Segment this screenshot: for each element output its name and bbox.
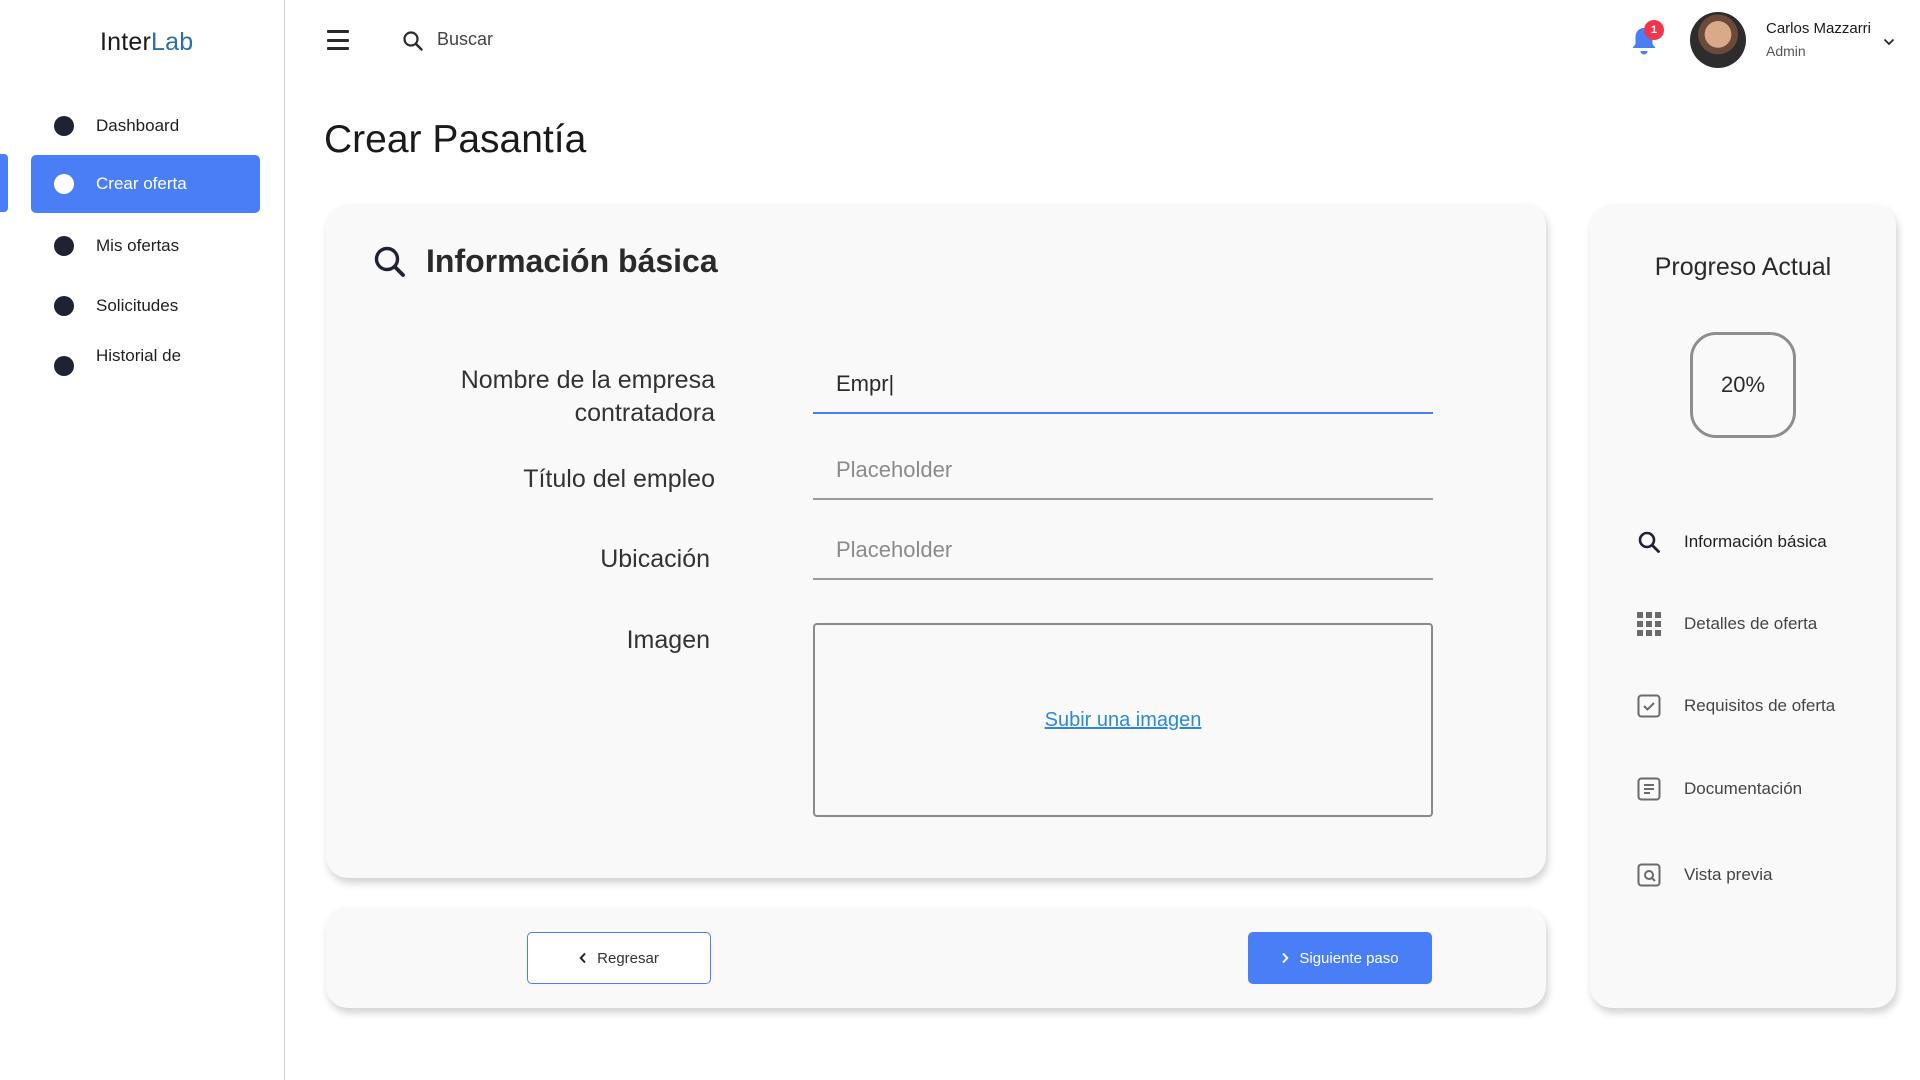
job-title-label: Título del empleo (523, 465, 715, 493)
search-icon (1636, 529, 1662, 555)
job-title-input[interactable] (813, 442, 1433, 500)
brand-name-part1: Inter (100, 28, 152, 56)
sidebar-item-label: Dashboard (96, 116, 180, 135)
sidebar-item-dashboard[interactable]: Dashboard (31, 97, 260, 155)
next-step-button[interactable]: Siguiente paso (1248, 932, 1432, 984)
sidebar-item-label: Historial de (96, 346, 182, 365)
sidebar-item-crear-oferta[interactable]: Crear oferta (31, 155, 260, 213)
checkbox-icon (1636, 693, 1662, 719)
hamburger-menu-icon[interactable] (327, 30, 349, 50)
crear-oferta-dot-icon (54, 174, 74, 194)
dashboard-dot-icon (54, 116, 74, 136)
next-step-button-label: Siguiente paso (1299, 949, 1399, 967)
grid-icon (1636, 611, 1662, 637)
search-icon (372, 244, 408, 285)
progress-title: Progreso Actual (1654, 253, 1832, 281)
solicitudes-dot-icon (54, 296, 74, 316)
user-role: Admin (1766, 43, 1806, 59)
sidebar-item-label: Solicitudes (96, 296, 179, 315)
chevron-down-icon[interactable] (1883, 33, 1895, 51)
page-title: Crear Pasantía (324, 118, 587, 161)
company-name-label: Nombre de la empresa contratadora (420, 364, 715, 430)
step-label: Requisitos de oferta (1684, 696, 1836, 715)
chevron-right-icon (1282, 952, 1289, 964)
image-upload-dropzone[interactable]: Subir una imagen (813, 623, 1433, 817)
notification-badge: 1 (1644, 20, 1664, 40)
step-vista-previa[interactable]: Vista previa (1636, 862, 1773, 888)
company-name-input[interactable] (813, 356, 1433, 414)
step-label: Detalles de oferta (1684, 614, 1818, 633)
step-informacion-basica[interactable]: Información básica (1636, 529, 1827, 555)
image-label: Imagen (626, 626, 710, 654)
avatar[interactable] (1690, 12, 1746, 68)
sidebar-item-solicitudes[interactable]: Solicitudes (31, 277, 260, 335)
sidebar: InterLab Dashboard Crear oferta Mis ofer… (0, 0, 285, 1080)
brand-logo[interactable]: InterLab (100, 28, 193, 57)
step-label: Documentación (1684, 779, 1803, 798)
progress-indicator: 20% (1690, 332, 1796, 438)
sidebar-item-label: Crear oferta (96, 174, 187, 193)
brand-name-part2: Lab (151, 28, 194, 56)
sidebar-item-historial[interactable]: Historial de (31, 331, 260, 389)
company-name-label-line2: contratadora (574, 399, 715, 427)
sidebar-item-mis-ofertas[interactable]: Mis ofertas (31, 217, 260, 275)
upload-image-link[interactable]: Subir una imagen (1045, 709, 1202, 732)
search-input[interactable]: Buscar (437, 29, 493, 50)
document-icon (1636, 776, 1662, 802)
chevron-left-icon (579, 952, 586, 964)
mis-ofertas-dot-icon (54, 236, 74, 256)
step-label: Información básica (1684, 532, 1827, 551)
sidebar-item-label: Mis ofertas (96, 236, 180, 255)
preview-icon (1636, 862, 1662, 888)
active-nav-marker (0, 154, 8, 212)
search-icon[interactable] (402, 30, 424, 57)
back-button[interactable]: Regresar (527, 932, 711, 984)
step-documentacion[interactable]: Documentación (1636, 776, 1802, 802)
step-label: Vista previa (1684, 865, 1773, 884)
location-input[interactable] (813, 522, 1433, 580)
progress-percent: 20% (1720, 372, 1766, 397)
historial-dot-icon (54, 356, 74, 376)
user-name: Carlos Mazzarri (1766, 20, 1872, 37)
back-button-label: Regresar (597, 949, 659, 967)
section-title: Información básica (426, 243, 718, 279)
location-label: Ubicación (600, 545, 710, 573)
step-detalles-oferta[interactable]: Detalles de oferta (1636, 611, 1817, 637)
company-name-label-line1: Nombre de la empresa (460, 366, 715, 394)
step-requisitos-oferta[interactable]: Requisitos de oferta (1636, 693, 1835, 719)
